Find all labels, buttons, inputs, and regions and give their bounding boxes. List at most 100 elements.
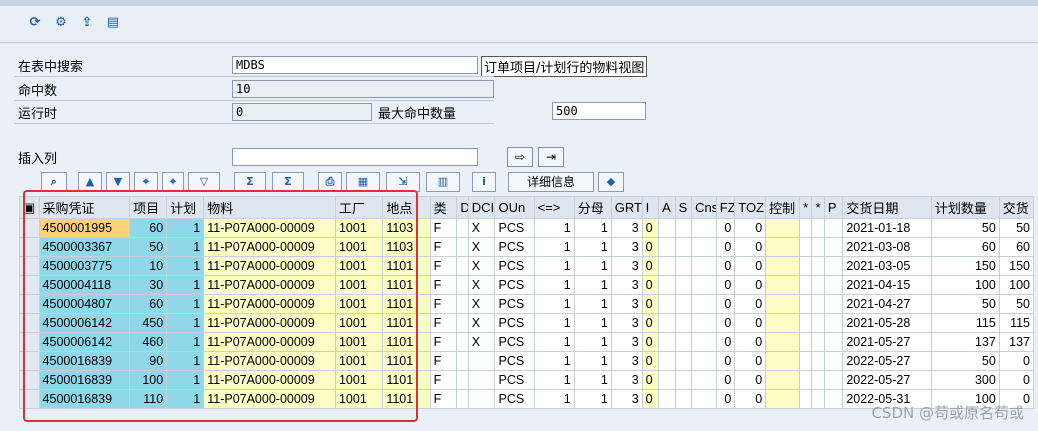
export-icon[interactable]: ⇪ xyxy=(78,14,96,32)
table-cell[interactable]: 60 xyxy=(998,237,1035,257)
sum-icon[interactable]: Σ xyxy=(234,172,266,192)
table-cell[interactable] xyxy=(467,351,496,371)
table-cell[interactable]: 0 xyxy=(641,313,660,333)
table-cell[interactable]: 1 xyxy=(533,389,575,409)
table-cell[interactable] xyxy=(799,256,813,276)
table-cell[interactable] xyxy=(823,294,844,314)
table-cell[interactable] xyxy=(799,351,813,371)
table-cell[interactable] xyxy=(765,332,801,352)
table-cell[interactable]: 1 xyxy=(533,275,575,295)
table-cell[interactable]: PCS xyxy=(494,313,535,333)
table-cell[interactable] xyxy=(823,313,844,333)
table-cell[interactable]: 137 xyxy=(998,332,1035,352)
column-header[interactable]: FZ xyxy=(715,196,736,219)
table-cell[interactable] xyxy=(799,313,813,333)
table-cell[interactable] xyxy=(674,351,693,371)
table-cell[interactable] xyxy=(811,294,825,314)
document-icon[interactable]: ▤ xyxy=(104,14,122,32)
table-cell[interactable] xyxy=(691,351,717,371)
table-cell[interactable]: 0 xyxy=(998,370,1035,390)
table-cell[interactable]: PCS xyxy=(494,389,535,409)
table-cell[interactable]: 0 xyxy=(734,332,767,352)
table-cell[interactable] xyxy=(799,275,813,295)
table-cell[interactable]: 0 xyxy=(734,218,767,238)
table-cell[interactable] xyxy=(658,256,676,276)
column-header[interactable]: * xyxy=(811,196,825,219)
table-cell[interactable] xyxy=(823,351,844,371)
table-cell[interactable] xyxy=(456,332,469,352)
table-cell[interactable] xyxy=(765,313,801,333)
table-cell[interactable]: 1 xyxy=(573,294,612,314)
column-header[interactable]: 交货日期 xyxy=(842,196,932,219)
table-cell[interactable]: 0 xyxy=(715,218,736,238)
table-cell[interactable] xyxy=(765,275,801,295)
table-cell[interactable]: 0 xyxy=(641,275,660,295)
table-cell[interactable]: 3 xyxy=(610,256,643,276)
settings-icon[interactable]: ⚙ xyxy=(52,14,70,32)
table-cell[interactable]: 0 xyxy=(715,275,736,295)
table-cell[interactable] xyxy=(658,275,676,295)
table-cell[interactable]: 1 xyxy=(533,351,575,371)
table-cell[interactable]: 0 xyxy=(715,294,736,314)
table-cell[interactable] xyxy=(456,218,469,238)
table-cell[interactable]: 300 xyxy=(930,370,1000,390)
table-cell[interactable]: 1 xyxy=(573,218,612,238)
table-cell[interactable] xyxy=(456,351,469,371)
table-cell[interactable]: 0 xyxy=(641,351,660,371)
sort-descending-icon[interactable]: ▼ xyxy=(106,172,130,192)
table-cell[interactable]: 3 xyxy=(610,313,643,333)
table-cell[interactable]: 3 xyxy=(610,370,643,390)
table-cell[interactable]: 0 xyxy=(734,351,767,371)
column-header[interactable]: 分母 xyxy=(573,196,612,219)
table-cell[interactable]: 1 xyxy=(573,256,612,276)
table-cell[interactable] xyxy=(823,332,844,352)
table-cell[interactable] xyxy=(456,389,469,409)
table-cell[interactable] xyxy=(799,370,813,390)
table-cell[interactable]: PCS xyxy=(494,351,535,371)
table-cell[interactable] xyxy=(799,218,813,238)
table-cell[interactable] xyxy=(811,313,825,333)
column-header[interactable]: S xyxy=(674,196,693,219)
table-cell[interactable]: X xyxy=(467,237,496,257)
table-cell[interactable] xyxy=(456,370,469,390)
table-cell[interactable]: 0 xyxy=(715,370,736,390)
table-cell[interactable]: F xyxy=(429,275,458,295)
table-cell[interactable]: 1 xyxy=(533,313,575,333)
table-cell[interactable]: F xyxy=(429,351,458,371)
table-cell[interactable]: 2021-05-28 xyxy=(842,313,932,333)
table-cell[interactable]: 2022-05-27 xyxy=(842,351,932,371)
column-header[interactable]: * xyxy=(799,196,813,219)
table-cell[interactable] xyxy=(691,294,717,314)
table-cell[interactable] xyxy=(765,237,801,257)
table-cell[interactable]: 0 xyxy=(715,313,736,333)
table-cell[interactable] xyxy=(765,256,801,276)
table-cell[interactable]: 3 xyxy=(610,237,643,257)
table-cell[interactable]: 0 xyxy=(734,256,767,276)
table-cell[interactable]: X xyxy=(467,294,496,314)
table-cell[interactable]: F xyxy=(429,313,458,333)
column-header[interactable]: DCI xyxy=(467,196,496,219)
table-cell[interactable] xyxy=(674,389,693,409)
table-cell[interactable]: PCS xyxy=(494,218,535,238)
find-icon[interactable]: ⌖ xyxy=(134,172,158,192)
table-cell[interactable]: 0 xyxy=(715,237,736,257)
search-input[interactable]: MDBS xyxy=(232,56,478,74)
table-cell[interactable]: PCS xyxy=(494,237,535,257)
table-cell[interactable]: 3 xyxy=(610,275,643,295)
table-cell[interactable]: 0 xyxy=(641,389,660,409)
table-cell[interactable] xyxy=(674,275,693,295)
table-cell[interactable]: 2021-04-27 xyxy=(842,294,932,314)
table-cell[interactable] xyxy=(799,294,813,314)
table-cell[interactable] xyxy=(674,313,693,333)
table-cell[interactable]: 50 xyxy=(998,294,1035,314)
view-details-icon[interactable]: ⌕ xyxy=(41,172,67,192)
table-cell[interactable] xyxy=(674,294,693,314)
table-cell[interactable]: 3 xyxy=(610,351,643,371)
table-cell[interactable] xyxy=(811,351,825,371)
table-cell[interactable]: 1 xyxy=(573,370,612,390)
graphic-icon[interactable]: ◆ xyxy=(598,172,624,192)
table-cell[interactable]: 0 xyxy=(715,332,736,352)
column-header[interactable]: 控制 xyxy=(765,196,801,219)
column-header[interactable]: OUn xyxy=(494,196,535,219)
table-cell[interactable]: 0 xyxy=(715,256,736,276)
